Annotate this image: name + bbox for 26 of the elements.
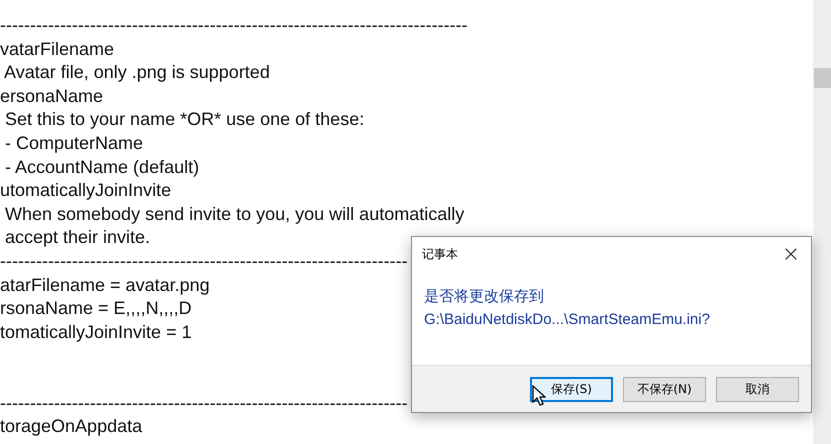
cursor-icon (532, 385, 546, 407)
text-line: torageOnAppdata (0, 415, 142, 438)
text-line: accept their invite. (4, 226, 150, 250)
dialog-button[interactable]: 取消 (716, 376, 799, 402)
scrollbar[interactable] (813, 0, 831, 444)
text-line: - AccountName (default) (4, 156, 200, 179)
text-line: vatarFilename (0, 38, 114, 61)
text-line: Set this to your name *OR* use one of these: (4, 108, 364, 132)
text-line: -------------------------------------------------------------------- (0, 392, 408, 414)
close-button[interactable]: × (771, 239, 811, 269)
text-line: Avatar file, only .png is supported (3, 61, 270, 84)
dialog-title: 记事本 (422, 246, 458, 262)
text-line: atarFilename = avatar.png (0, 274, 210, 297)
text-line: tomaticallyJoinInvite = 1 (0, 320, 192, 344)
text-line: When somebody send invite to you, you will automatically (4, 202, 464, 226)
scroll-thumb[interactable] (814, 68, 831, 88)
dialog-button[interactable]: 保存(S) (530, 376, 613, 402)
dialog-button[interactable]: 不保存(N) (623, 376, 706, 402)
text-line: rsonaName = E,,,,N,,,,D (0, 297, 192, 320)
text-line: ersonaName (0, 84, 104, 108)
text-line: ------------------------------------------------------------------------------ (0, 14, 468, 37)
text-line: - ComputerName (4, 132, 144, 155)
dialog-message: 是否将更改保存到 (424, 287, 545, 307)
dialog-message: G:\BaiduNetdiskDo...\SmartSteamEmu.ini? (424, 310, 711, 330)
text-line: utomaticallyJoinInvite (0, 179, 172, 202)
text-line: -------------------------------------------------------------------- (0, 250, 408, 273)
